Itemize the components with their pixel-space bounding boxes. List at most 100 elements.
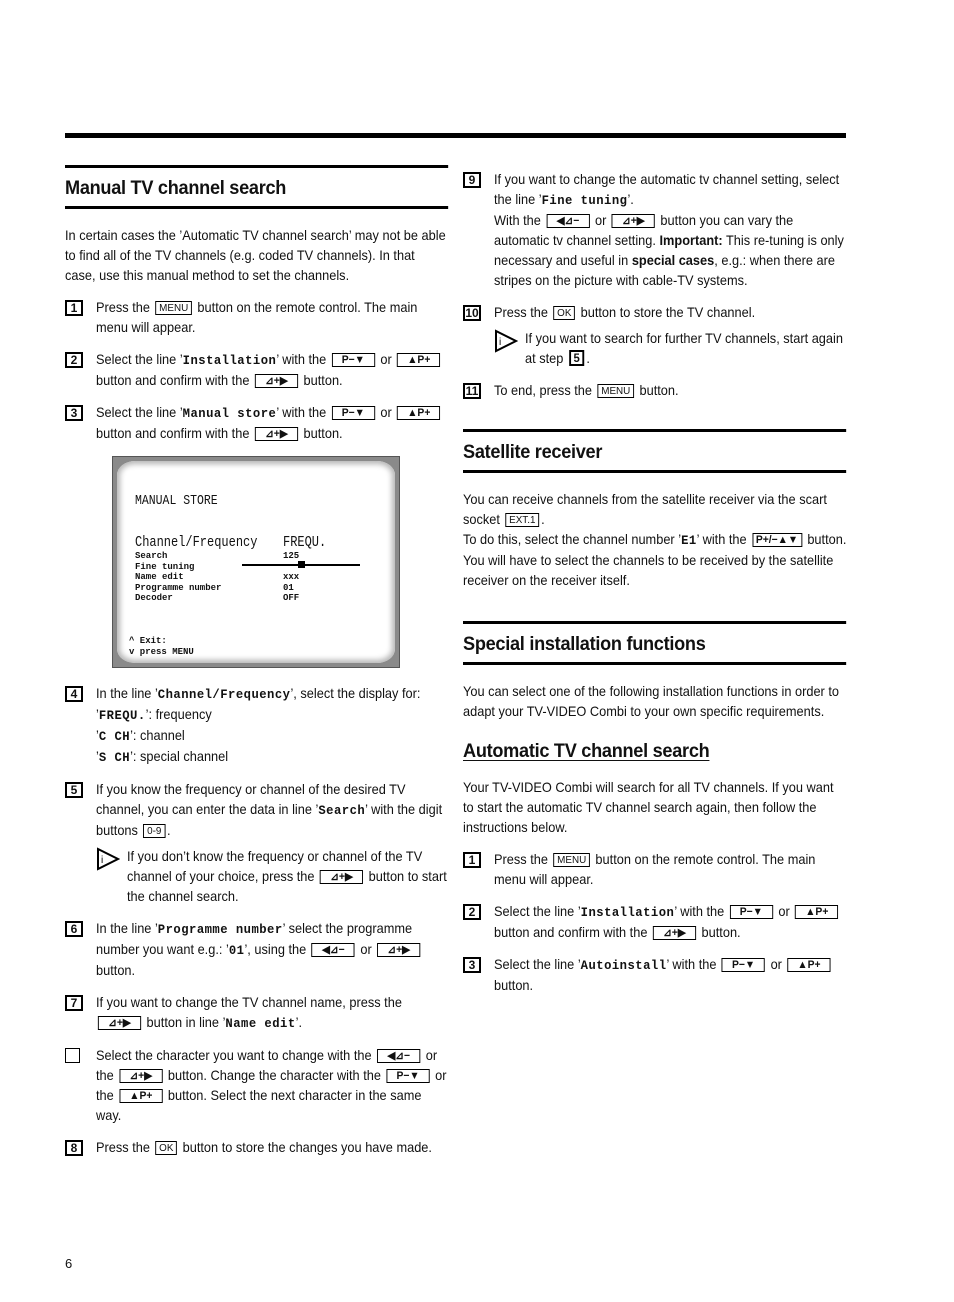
remote-key-label: ⊿+▶ xyxy=(652,926,697,940)
step-text: If you know the frequency or channel of … xyxy=(96,782,443,838)
remote-key-label: ▲P+ xyxy=(787,958,831,972)
remote-key-label: ◀⊿− xyxy=(311,943,355,957)
tv-menu-row: Programme number 01 xyxy=(135,583,299,594)
auto-search-heading: Automatic TV channel search xyxy=(463,740,710,762)
step-number: 1 xyxy=(463,852,481,868)
step-text: Select the line ’Manual store’ with the … xyxy=(96,403,448,444)
manual-search-heading: Manual TV channel search xyxy=(65,165,448,209)
svg-text:i: i xyxy=(101,855,103,866)
menu-line-name: FREQU. xyxy=(98,708,146,723)
step-number: 9 xyxy=(463,172,481,188)
tv-menu-rows: Search 125 Fine tuning Name edit xxx Programm… xyxy=(135,551,299,604)
tv-row-value: OFF xyxy=(283,593,300,603)
menu-line-name: S CH xyxy=(98,750,131,765)
step-reference: 5 xyxy=(568,350,585,366)
step-text: If you want to change the TV channel nam… xyxy=(96,995,402,1031)
special-functions-intro: You can select one of the following inst… xyxy=(463,684,840,719)
step-text: Press the MENU button on the remote cont… xyxy=(96,300,418,335)
remote-key-label: ⊿+▶ xyxy=(254,374,299,388)
instruction-step: 6 In the line ’Programme number’ select t… xyxy=(65,919,448,981)
tv-row-label: Decoder xyxy=(135,593,173,603)
instruction-step: 3 Select the line ’Manual store’ with the… xyxy=(65,403,448,444)
remote-key-label: ⊿+▶ xyxy=(319,870,364,884)
step-number: 2 xyxy=(463,904,481,920)
manual-steps-part3: 9 If you want to change the automatic tv … xyxy=(463,170,846,401)
instruction-step: 2 Select the line ’Installation’ with the… xyxy=(463,902,846,943)
tv-row-label: Programme number xyxy=(135,582,222,593)
instruction-step: 7 If you want to change the TV channel na… xyxy=(65,993,448,1034)
remote-key-label: ⊿+▶ xyxy=(377,943,421,957)
special-functions-heading: Special installation functions xyxy=(463,621,846,665)
page-number: 6 xyxy=(65,1256,73,1271)
menu-line-name: Fine tuning xyxy=(541,193,628,208)
tv-row-label: Name edit xyxy=(135,572,184,582)
menu-line-name: 01 xyxy=(228,943,245,958)
step-number: 11 xyxy=(463,383,481,399)
menu-line-name: Installation xyxy=(580,905,675,920)
remote-key-label: P+/−▲▼ xyxy=(752,533,802,547)
tip-text: If you don’t know the frequency or chann… xyxy=(127,849,447,904)
remote-key-label: P−▼ xyxy=(386,1069,430,1083)
instruction-step: 5 If you know the frequency or channel of… xyxy=(65,780,448,907)
instruction-step: 2 Select the line ’Installation’ with the… xyxy=(65,350,448,391)
remote-key-label: ▲P+ xyxy=(397,353,441,367)
step-number: 10 xyxy=(463,305,481,321)
remote-key-label: ⊿+▶ xyxy=(97,1016,142,1030)
menu-line-name: Installation xyxy=(182,353,277,368)
emphasis: special cases xyxy=(631,253,715,268)
step-number: 3 xyxy=(463,957,481,973)
emphasis: Important: xyxy=(659,233,723,248)
instruction-step: 11 To end, press the MENU button. xyxy=(463,381,846,401)
info-tip-icon: i xyxy=(495,329,518,353)
instruction-step: Select the character you want to change … xyxy=(65,1046,448,1126)
step-number: 6 xyxy=(65,921,83,937)
step-number: 5 xyxy=(65,782,83,798)
step-text: Select the line ’Installation’ with the … xyxy=(494,902,846,943)
manual-search-intro: In certain cases the ’Automatic TV chann… xyxy=(65,228,446,283)
step-text: Press the MENU button on the remote cont… xyxy=(494,852,816,887)
step-text: In the line ’Channel/Frequency’, select … xyxy=(96,686,421,765)
step-number: 4 xyxy=(65,686,83,702)
step-text: In the line ’Programme number’ select th… xyxy=(96,919,448,981)
info-tip-icon: i xyxy=(97,847,120,871)
step-text: If you want to change the automatic tv c… xyxy=(494,172,844,288)
tv-menu-row: Search 125 xyxy=(135,551,299,562)
remote-key-label: ◀⊿− xyxy=(377,1049,421,1063)
fine-tuning-knob xyxy=(297,561,305,568)
auto-search-intro: Your TV-VIDEO Combi will search for all … xyxy=(463,780,834,835)
remote-key-label: OK xyxy=(155,1141,178,1155)
step-number: 8 xyxy=(65,1140,83,1156)
remote-key-label: OK xyxy=(553,306,576,320)
remote-key-label: P−▼ xyxy=(331,353,375,367)
tv-row-value: xxx xyxy=(283,572,300,582)
tv-exit-hint: ^ Exit: v press MENU xyxy=(129,636,194,658)
menu-line-name: C CH xyxy=(98,729,131,744)
step-text: Select the character you want to change … xyxy=(96,1048,447,1123)
remote-key-label: ▲P+ xyxy=(397,406,441,420)
remote-key-label: ▲P+ xyxy=(795,905,839,919)
tv-exit-line2: v press MENU xyxy=(129,647,194,657)
instruction-step: 10 Press the OK button to store the TV ch… xyxy=(463,303,846,369)
remote-key-label: P−▼ xyxy=(331,406,375,420)
satellite-text: You can receive channels from the satell… xyxy=(463,492,847,588)
step-text: Select the line ’Autoinstall’ with the P… xyxy=(494,955,846,996)
instruction-step: 3 Select the line ’Autoinstall’ with the … xyxy=(463,955,846,996)
left-column: Manual TV channel search In certain case… xyxy=(65,165,448,1170)
info-tip: i If you don’t know the frequency or chan… xyxy=(96,847,448,907)
menu-line-name: Autoinstall xyxy=(580,958,667,973)
step-text: Press the OK button to store the TV chan… xyxy=(494,305,756,320)
menu-line-name: Programme number xyxy=(157,922,283,937)
instruction-step: 9 If you want to change the automatic tv … xyxy=(463,170,846,291)
tv-screen-illustration: MANUAL STORE Channel/Frequency FREQU. Se… xyxy=(112,456,400,668)
menu-line-name: Name edit xyxy=(225,1016,296,1031)
step-number: 1 xyxy=(65,300,83,316)
svg-text:i: i xyxy=(499,337,501,348)
checkbox-bullet xyxy=(65,1048,80,1063)
instruction-step: 4 In the line ’Channel/Frequency’, select… xyxy=(65,684,448,768)
fine-tuning-slider xyxy=(242,561,360,568)
info-tip: i If you want to search for further TV ch… xyxy=(494,329,846,369)
menu-line-name: E1 xyxy=(681,533,697,548)
tip-text: If you want to search for further TV cha… xyxy=(525,331,843,366)
step-text: Press the OK button to store the changes… xyxy=(96,1140,432,1155)
menu-line-name: Channel/Frequency xyxy=(157,687,291,702)
